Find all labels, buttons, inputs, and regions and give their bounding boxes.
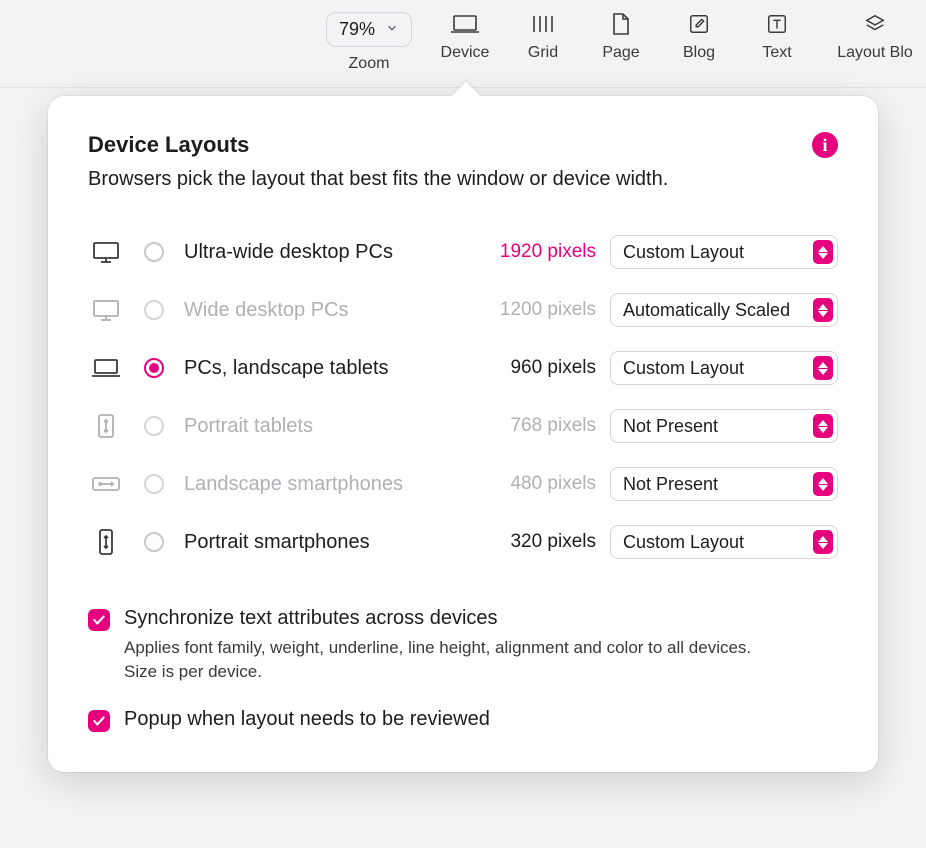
sync-sublabel: Applies font family, weight, underline, … [124,636,764,684]
toolbar-item-blog[interactable]: Blog [674,12,724,62]
layout-row-portrait-tablets: Portrait tablets 768 pixels Not Present [88,409,838,443]
toolbar: 79% Zoom Device Grid Page Blog [0,0,926,88]
stepper-icon [813,356,833,380]
toolbar-label: Device [441,44,490,62]
layout-radio[interactable] [144,242,164,262]
stepper-icon [813,298,833,322]
layout-mode-select[interactable]: Automatically Scaled [610,293,838,327]
toolbar-label: Page [602,44,639,62]
popup-label: Popup when layout needs to be reviewed [124,708,490,731]
popup-checkbox[interactable] [88,710,110,732]
grid-icon [527,12,559,36]
layout-radio[interactable] [144,474,164,494]
select-value: Custom Layout [623,242,744,263]
sync-text-option: Synchronize text attributes across devic… [88,607,838,684]
phone-landscape-icon [88,470,124,498]
popover-description: Browsers pick the layout that best fits … [88,168,838,191]
layout-pixels: 1920 pixels [484,241,604,263]
toolbar-item-text[interactable]: Text [752,12,802,62]
popover-header: Device Layouts i [88,132,838,158]
layout-name: Portrait tablets [176,415,478,438]
edit-icon [683,12,715,36]
layout-pixels: 960 pixels [484,357,604,379]
zoom-value: 79% [339,19,375,40]
layout-name: Wide desktop PCs [176,299,478,322]
layout-list: Ultra-wide desktop PCs 1920 pixels Custo… [88,235,838,559]
info-icon[interactable]: i [812,132,838,158]
layout-mode-select[interactable]: Custom Layout [610,351,838,385]
page-icon [605,12,637,36]
desktop-icon [88,238,124,266]
phone-portrait-icon [88,528,124,556]
layout-name: Ultra-wide desktop PCs [176,241,478,264]
layout-mode-select[interactable]: Custom Layout [610,525,838,559]
layout-name: PCs, landscape tablets [176,357,478,380]
layers-icon [859,12,891,36]
layout-radio[interactable] [144,416,164,436]
toolbar-item-device[interactable]: Device [440,12,490,62]
layout-radio[interactable] [144,532,164,552]
sync-checkbox[interactable] [88,609,110,631]
toolbar-item-grid[interactable]: Grid [518,12,568,62]
stepper-icon [813,472,833,496]
select-value: Not Present [623,474,718,495]
toolbar-label: Layout Blo [837,44,913,62]
laptop-icon [449,12,481,36]
toolbar-item-zoom: 79% Zoom [326,12,412,73]
layout-name: Portrait smartphones [176,531,478,554]
zoom-select[interactable]: 79% [326,12,412,47]
layout-mode-select[interactable]: Not Present [610,467,838,501]
layout-pixels: 480 pixels [484,473,604,495]
toolbar-label: Grid [528,44,558,62]
desktop-icon [88,296,124,324]
layout-row-portrait-phones: Portrait smartphones 320 pixels Custom L… [88,525,838,559]
layout-pixels: 1200 pixels [484,299,604,321]
layout-mode-select[interactable]: Custom Layout [610,235,838,269]
layout-radio[interactable] [144,300,164,320]
tablet-portrait-icon [88,412,124,440]
layout-row-landscape-phones: Landscape smartphones 480 pixels Not Pre… [88,467,838,501]
layout-row-pcs-tablets: PCs, landscape tablets 960 pixels Custom… [88,351,838,385]
toolbar-item-layout-blocks[interactable]: Layout Blo [830,12,920,62]
layout-row-ultra-wide: Ultra-wide desktop PCs 1920 pixels Custo… [88,235,838,269]
layout-name: Landscape smartphones [176,473,478,496]
stepper-icon [813,414,833,438]
stepper-icon [813,530,833,554]
chevron-down-icon [385,19,399,40]
layout-row-wide: Wide desktop PCs 1200 pixels Automatical… [88,293,838,327]
toolbar-label: Text [762,44,791,62]
toolbar-label: Zoom [349,55,390,73]
layout-pixels: 768 pixels [484,415,604,437]
stepper-icon [813,240,833,264]
toolbar-item-page[interactable]: Page [596,12,646,62]
select-value: Automatically Scaled [623,300,790,321]
toolbar-label: Blog [683,44,715,62]
popup-review-option: Popup when layout needs to be reviewed [88,708,838,732]
laptop-icon [88,354,124,382]
popover-title: Device Layouts [88,132,249,158]
layout-pixels: 320 pixels [484,531,604,553]
options-section: Synchronize text attributes across devic… [88,607,838,732]
layout-mode-select[interactable]: Not Present [610,409,838,443]
sync-label: Synchronize text attributes across devic… [124,607,764,630]
text-icon [761,12,793,36]
layout-radio[interactable] [144,358,164,378]
select-value: Custom Layout [623,532,744,553]
device-layouts-popover: Device Layouts i Browsers pick the layou… [48,96,878,772]
select-value: Not Present [623,416,718,437]
select-value: Custom Layout [623,358,744,379]
